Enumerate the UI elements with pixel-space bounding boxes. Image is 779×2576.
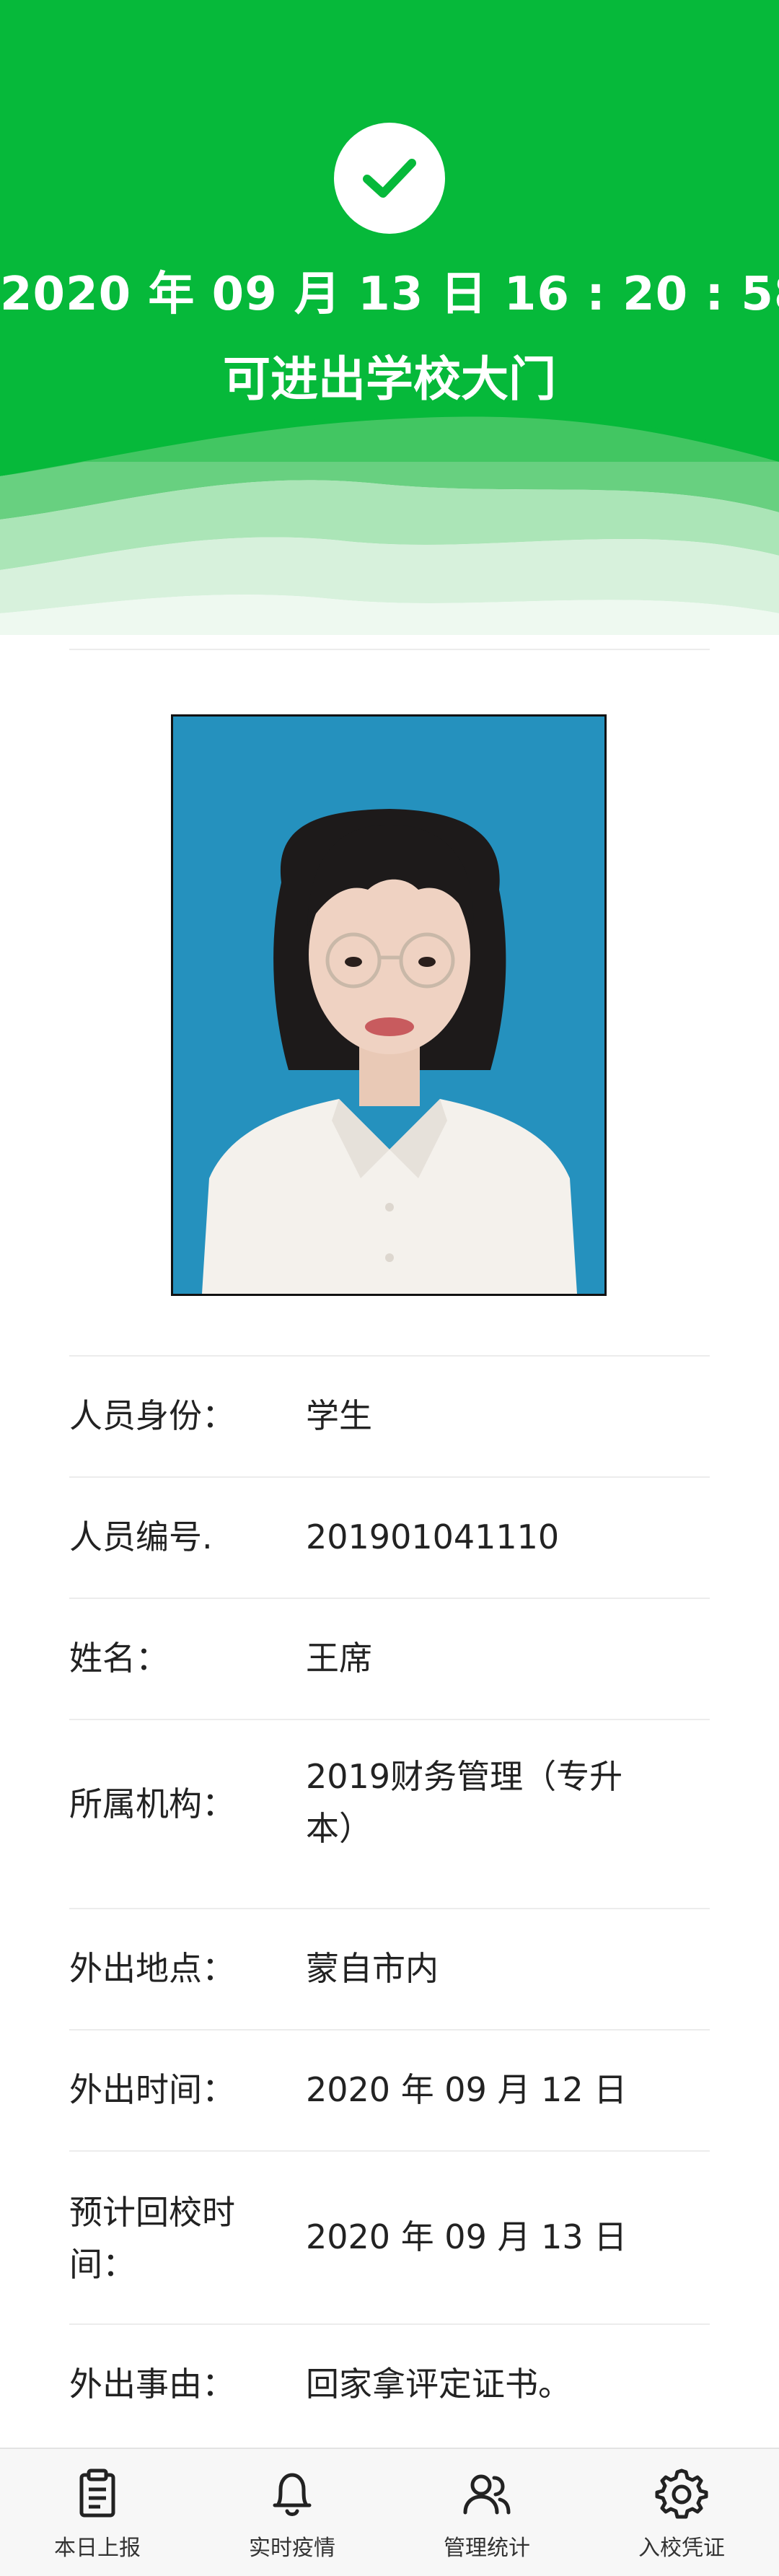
identity-value: 学生: [306, 1396, 372, 1435]
info-row-return-time: 预计回校时间： 2020 年 09 月 13 日: [69, 2150, 710, 2323]
info-row-reason: 外出事由： 回家拿评定证书。: [69, 2323, 710, 2445]
portrait-illustration: [173, 717, 604, 1294]
departure-time-label: 外出时间：: [69, 2070, 235, 2109]
id-number-label: 人员编号.: [69, 1517, 213, 1556]
student-photo: [171, 714, 607, 1296]
organization-value: 2019财务管理（专升本）: [306, 1757, 623, 1848]
id-number-value: 201901041110: [306, 1517, 560, 1556]
status-check-badge: [334, 123, 445, 234]
access-status-text: 可进出学校大门: [223, 351, 556, 407]
gear-icon: [655, 2468, 708, 2519]
pass-header: 2020 年 09 月 13 日 16 : 20 : 58 可进出学校大门: [0, 0, 779, 635]
nav-entry-pass-label: 入校凭证: [638, 2536, 725, 2561]
departure-time-value: 2020 年 09 月 12 日: [306, 2070, 628, 2109]
return-time-value: 2020 年 09 月 13 日: [306, 2217, 628, 2256]
reason-value: 回家拿评定证书。: [306, 2365, 571, 2404]
nav-management-stats-label: 管理统计: [444, 2536, 530, 2561]
nav-realtime-epidemic[interactable]: 实时疫情: [195, 2449, 390, 2576]
destination-label: 外出地点：: [69, 1949, 235, 1988]
nav-daily-report[interactable]: 本日上报: [0, 2449, 195, 2576]
info-row-organization: 所属机构： 2019财务管理（专升本）: [69, 1719, 710, 1889]
header-wave-decoration: [0, 375, 779, 635]
nav-daily-report-label: 本日上报: [54, 2536, 141, 2561]
bottom-nav: 本日上报 实时疫情 管理统计 入校凭证: [0, 2448, 779, 2576]
users-icon: [463, 2474, 511, 2515]
organization-label: 所属机构：: [69, 1784, 235, 1823]
name-label: 姓名：: [69, 1639, 169, 1678]
nav-management-stats[interactable]: 管理统计: [390, 2449, 584, 2576]
destination-value: 蒙自市内: [306, 1949, 439, 1988]
info-row-destination: 外出地点： 蒙自市内: [69, 1908, 710, 2029]
bell-icon: [273, 2473, 312, 2516]
divider: [69, 649, 710, 650]
nav-entry-pass[interactable]: 入校凭证: [584, 2449, 779, 2576]
info-row-identity: 人员身份： 学生: [69, 1355, 710, 1476]
nav-realtime-epidemic-label: 实时疫情: [249, 2536, 335, 2561]
entry-pass-page: 2020 年 09 月 13 日 16 : 20 : 58 可进出学校大门 人员…: [0, 0, 779, 2576]
reason-label: 外出事由：: [69, 2365, 235, 2404]
check-icon: [363, 159, 416, 198]
report-clipboard-icon: [79, 2468, 115, 2518]
info-row-departure-time: 外出时间： 2020 年 09 月 12 日: [69, 2029, 710, 2150]
identity-label: 人员身份：: [69, 1396, 235, 1435]
info-row-name: 姓名： 王席: [69, 1598, 710, 1719]
info-row-id-number: 人员编号. 201901041110: [69, 1476, 710, 1598]
return-time-label: 预计回校时间：: [69, 2193, 235, 2284]
current-datetime: 2020 年 09 月 13 日 16 : 20 : 58: [0, 268, 779, 321]
name-value: 王席: [306, 1639, 372, 1678]
